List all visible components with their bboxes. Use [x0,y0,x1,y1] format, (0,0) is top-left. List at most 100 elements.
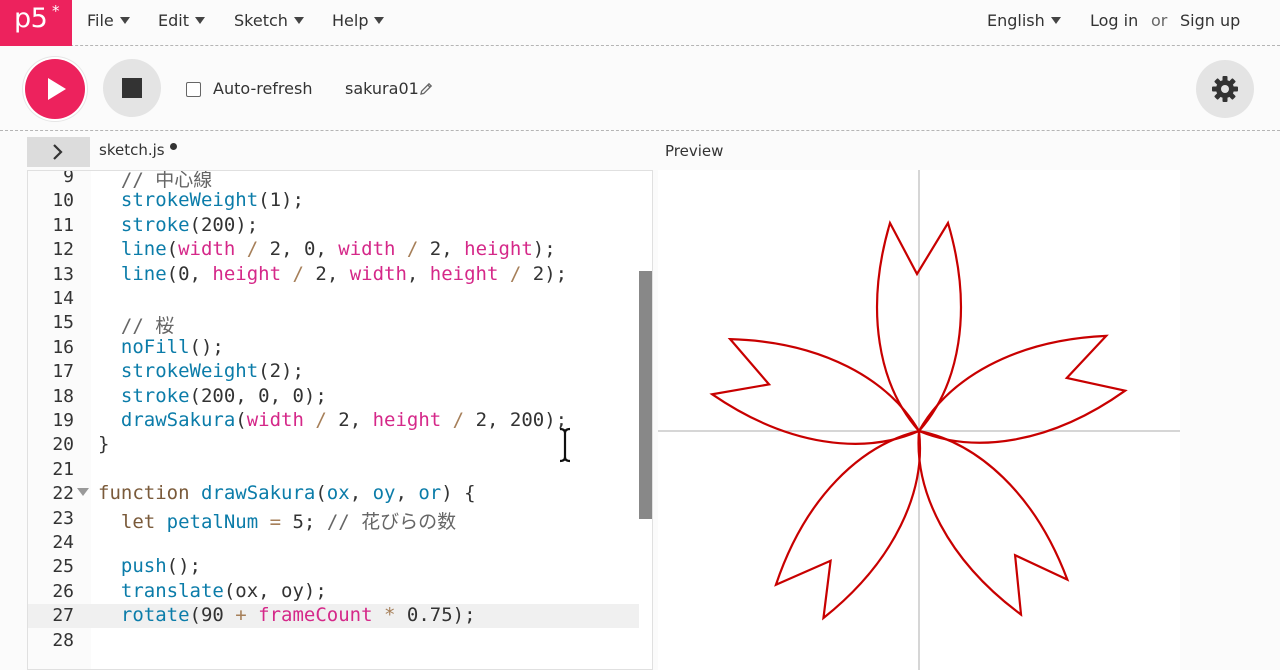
code-token: frameCount [258,604,373,627]
play-button[interactable] [25,59,85,119]
code-text: // 桜 [98,311,174,338]
unsaved-indicator [170,143,177,150]
code-token: 2, [315,262,350,285]
line-number: 17 [52,361,74,383]
menu-file-label: File [87,11,114,30]
code-token: drawSakura [98,409,236,431]
menu-file[interactable]: File [87,11,130,30]
line-number: 27 [52,605,74,627]
code-line: 14 [28,287,652,311]
code-text: line(width / 2, 0, width / 2, height); [98,238,556,260]
logo-text: p5 [14,3,48,34]
code-token: strokeWeight [98,189,259,212]
chevron-down-icon [194,17,205,24]
stop-button[interactable] [103,59,161,117]
code-token: ( [315,482,327,505]
code-token: 5; [292,510,327,533]
code-token: // 中心線 [98,170,213,191]
menu-help-label: Help [332,11,369,30]
code-text: strokeWeight(2); [98,360,304,382]
sakura-petal [709,337,921,445]
code-token: 2, [429,238,465,261]
code-token: , [406,262,430,285]
line-number: 26 [52,580,74,602]
toolbar: Auto-refresh sakura01 [0,47,1280,131]
code-token: 2, 200); [475,409,568,431]
code-line: 18 stroke(200, 0, 0); [28,385,652,409]
sketch-name[interactable]: sakura01 [345,79,419,98]
sakura-petal [917,334,1128,444]
preview-canvas[interactable] [658,170,1180,670]
code-token: 2); [532,262,568,285]
code-token: push [98,555,167,578]
code-token: / [498,262,533,285]
code-line: 11 stroke(200); [28,214,652,238]
code-text: stroke(200); [98,214,258,236]
code-text: translate(ox, oy); [98,580,327,602]
code-text: stroke(200, 0, 0); [98,385,327,407]
line-number: 14 [52,288,74,309]
code-token: = [258,510,293,533]
pencil-icon[interactable] [418,81,434,97]
code-token: translate [98,579,224,602]
code-line: 27 rotate(90 + frameCount * 0.75); [28,604,639,629]
code-editor[interactable]: 9 // 中心線 10 strokeWeight(1); 11 stroke(200… [27,170,653,670]
code-text: noFill(); [98,336,224,358]
code-token: noFill [98,335,190,358]
code-line: 10 strokeWeight(1); [28,189,652,213]
menu-edit[interactable]: Edit [158,11,205,30]
code-text: rotate(90 + frameCount * 0.75); [98,604,476,626]
editor-scrollbar[interactable] [639,271,652,519]
code-token: width [349,262,407,285]
code-token: 0.75); [406,604,476,627]
code-token: drawSakura [200,482,316,505]
code-text: } [98,433,109,455]
code-token: width [338,238,396,261]
code-token: (); [166,555,201,578]
code-token: (2); [258,360,304,383]
chevron-down-icon [1050,17,1061,24]
auto-refresh-checkbox[interactable] [186,82,201,97]
line-number: 13 [52,263,74,285]
code-line: 9 // 中心線 [28,170,652,191]
code-line: 17 strokeWeight(2); [28,360,652,384]
code-token: strokeWeight [98,360,259,383]
code-line: 24 [28,531,652,555]
line-number: 25 [52,556,74,578]
code-text: let petalNum = 5; // 花びらの数 [98,507,456,534]
code-token: height [372,409,442,431]
gear-icon [1212,76,1238,102]
code-token: width [178,238,236,261]
top-nav: p5 * File Edit Sketch Help English Log i… [0,0,1280,46]
code-token: line [98,262,167,285]
p5-logo[interactable]: p5 * [0,0,72,46]
menu-sketch[interactable]: Sketch [234,11,304,30]
code-token: } [98,433,110,456]
code-token: / [395,238,430,261]
code-token: (90 [189,604,236,627]
fold-arrow-icon[interactable] [77,488,89,497]
line-number: 15 [52,312,74,334]
menu-sketch-label: Sketch [234,11,288,30]
code-token: 2, [338,409,373,431]
code-token: ( [166,238,179,261]
sakura-petal [774,429,921,621]
preview-label: Preview [665,142,724,160]
code-token: + [235,604,259,627]
menu-help[interactable]: Help [332,11,385,30]
language-select[interactable]: English [987,11,1061,30]
code-text: strokeWeight(1); [98,189,304,211]
signup-link[interactable]: Sign up [1180,11,1240,30]
chevron-down-icon [119,17,130,24]
line-number: 28 [52,629,74,651]
line-number: 24 [52,532,74,553]
line-number: 23 [52,507,74,529]
line-number: 18 [52,385,74,407]
sidebar-toggle-button[interactable] [27,137,90,167]
line-number: 22 [52,483,74,505]
file-tab-sketch-js[interactable]: sketch.js [99,141,165,159]
code-token: (1); [258,189,304,212]
login-link[interactable]: Log in [1090,11,1138,30]
code-token: ( [235,409,247,431]
settings-button[interactable] [1196,60,1254,118]
